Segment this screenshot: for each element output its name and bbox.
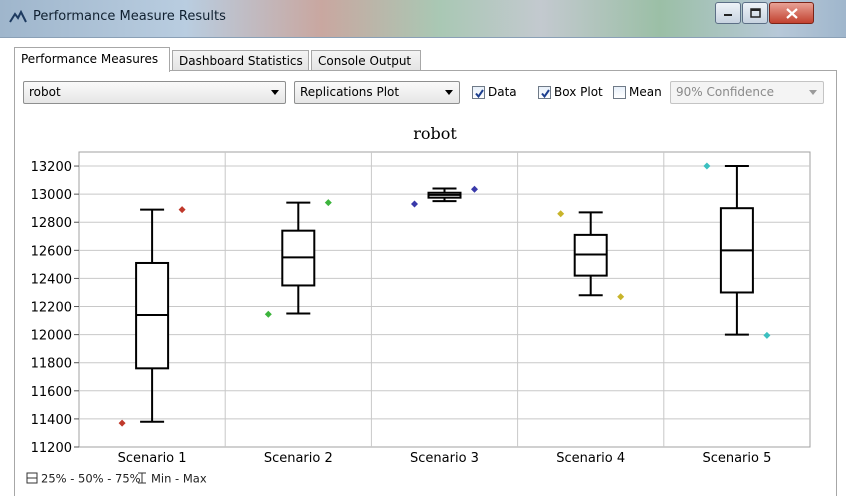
tent-chart-icon bbox=[9, 10, 27, 23]
boxplot-checkbox[interactable]: Box Plot bbox=[538, 84, 603, 100]
checkbox-unchecked-icon bbox=[613, 85, 626, 99]
chevron-down-icon bbox=[271, 90, 279, 95]
plot-type-select[interactable]: Replications Plot bbox=[294, 81, 460, 104]
tab-performance-measures[interactable]: Performance Measures bbox=[14, 47, 170, 72]
title-bar: Performance Measure Results bbox=[0, 0, 846, 38]
series-select-value: robot bbox=[29, 85, 61, 99]
tab-console-output[interactable]: Console Output bbox=[311, 50, 421, 71]
mean-checkbox[interactable]: Mean bbox=[613, 84, 662, 100]
series-select[interactable]: robot bbox=[23, 81, 286, 104]
minimize-button[interactable] bbox=[715, 2, 741, 24]
confidence-select-value: 90% Confidence bbox=[676, 85, 774, 99]
checkbox-checked-icon bbox=[538, 85, 551, 99]
data-checkbox-label: Data bbox=[488, 85, 517, 99]
plot-type-select-value: Replications Plot bbox=[300, 85, 400, 99]
window-title: Performance Measure Results bbox=[33, 9, 226, 24]
checkbox-checked-icon bbox=[472, 85, 485, 99]
close-icon bbox=[785, 7, 798, 19]
chevron-down-icon bbox=[809, 90, 817, 95]
close-button[interactable] bbox=[769, 2, 814, 24]
maximize-icon bbox=[749, 8, 761, 18]
confidence-select[interactable]: 90% Confidence bbox=[670, 81, 824, 104]
mean-checkbox-label: Mean bbox=[629, 85, 662, 99]
data-checkbox[interactable]: Data bbox=[472, 84, 517, 100]
minimize-icon bbox=[724, 14, 732, 16]
maximize-button[interactable] bbox=[742, 2, 768, 24]
chevron-down-icon bbox=[445, 90, 453, 95]
tab-panel bbox=[14, 70, 837, 496]
boxplot-checkbox-label: Box Plot bbox=[554, 85, 603, 99]
tab-dashboard-statistics[interactable]: Dashboard Statistics bbox=[172, 50, 309, 71]
